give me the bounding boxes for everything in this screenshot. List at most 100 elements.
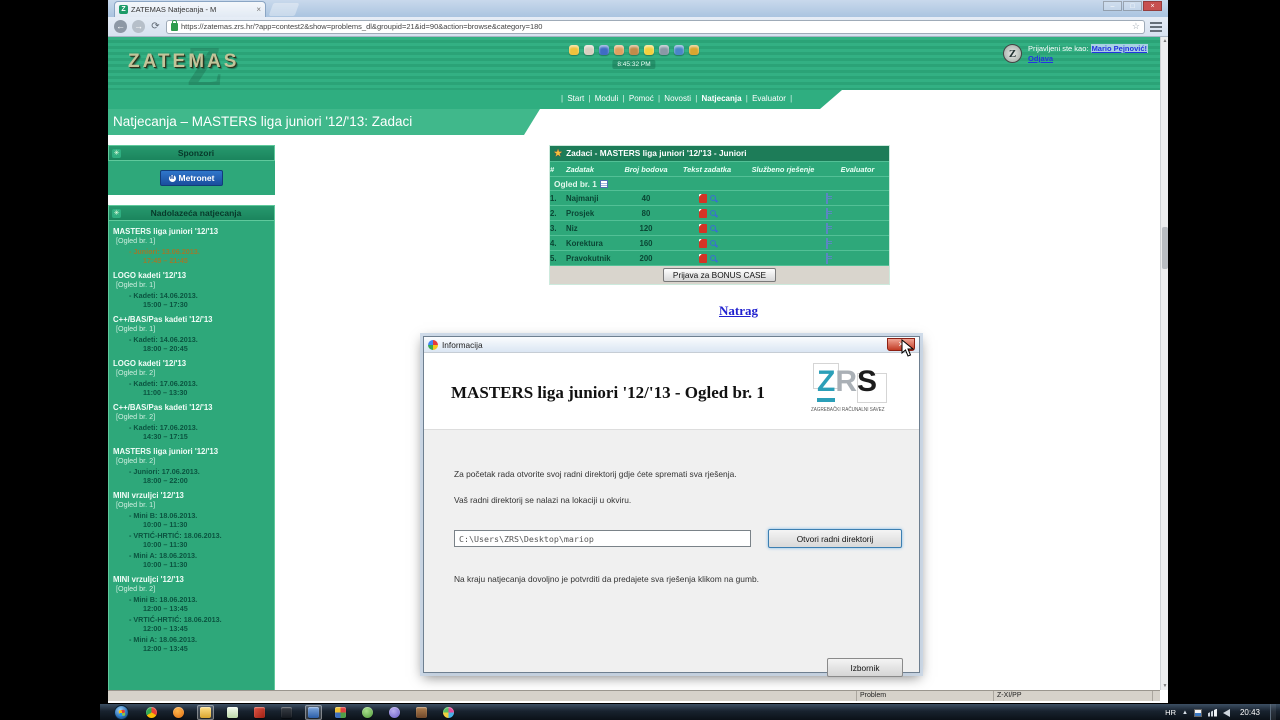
media-ball-taskbar-button[interactable] [440, 705, 457, 720]
pdf-icon[interactable] [699, 239, 707, 248]
chrome-taskbar-button[interactable] [143, 705, 160, 720]
competition-name[interactable]: MASTERS liga juniori '12/'13[Ogled br. 2… [113, 447, 271, 465]
task-name[interactable]: Pravokutnik [566, 254, 618, 263]
open-directory-button[interactable]: Otvori radni direktorij [768, 529, 902, 548]
competition-session: - Kadeti: 14.06.2013.18:00 – 20:45 [129, 336, 271, 353]
username-link[interactable]: Mario Pejnović! [1091, 44, 1148, 53]
pdf-icon[interactable] [699, 194, 707, 203]
competition-item[interactable]: LOGO kadeti '12/'13[Ogled br. 2] - Kadeti… [113, 359, 271, 397]
pdf-icon[interactable] [699, 209, 707, 218]
tray-expand-icon[interactable]: ▲ [1182, 710, 1188, 716]
show-desktop-button[interactable] [1270, 704, 1276, 720]
competition-name[interactable]: MINI vrzuljci '12/'13[Ogled br. 1] [113, 491, 271, 509]
trophy-icon [689, 45, 699, 55]
logo-app-taskbar-button[interactable] [413, 705, 430, 720]
menu-item-novosti[interactable]: Novosti [664, 94, 691, 103]
competition-name[interactable]: LOGO kadeti '12/'13[Ogled br. 1] [113, 271, 271, 289]
volume-icon[interactable] [1223, 709, 1230, 717]
globe-app-taskbar-button[interactable] [386, 705, 403, 720]
explorer-taskbar-button[interactable] [197, 705, 214, 720]
browser-tab[interactable]: Z ZATEMAS Natjecanja - M × [114, 1, 266, 17]
task-row: 4.Korektura160 [550, 235, 889, 250]
preview-icon[interactable] [710, 225, 716, 231]
url-text[interactable]: https://zatemas.zrs.hr/?app=contest2&sho… [181, 22, 1129, 31]
preview-icon[interactable] [710, 210, 716, 216]
competition-item[interactable]: C++/BAS/Pas kadeti '12/'13[Ogled br. 2]-… [113, 403, 271, 441]
taskbar-clock[interactable]: 20:43 [1240, 708, 1260, 717]
pascal-ide-taskbar-button[interactable] [278, 705, 295, 720]
status-problem-label: Problem [860, 692, 886, 699]
window-maximize-button[interactable]: □ [1123, 1, 1142, 11]
dialog-title-bar[interactable]: Informacija × [424, 337, 919, 353]
https-padlock-icon [171, 23, 178, 31]
competition-name[interactable]: LOGO kadeti '12/'13[Ogled br. 2] [113, 359, 271, 377]
working-directory-path-input[interactable] [454, 530, 751, 547]
task-name[interactable]: Niz [566, 224, 618, 233]
page-scrollbar[interactable]: ▲ ▼ [1160, 37, 1168, 690]
menu-item-moduli[interactable]: Moduli [595, 94, 619, 103]
window-minimize-button[interactable]: – [1103, 1, 1122, 11]
evaluator-icon[interactable] [826, 253, 828, 264]
menu-button[interactable]: Izbornik [827, 658, 903, 677]
competition-name[interactable]: C++/BAS/Pas kadeti '12/'13[Ogled br. 1] [113, 315, 271, 333]
competition-item[interactable]: MINI vrzuljci '12/'13[Ogled br. 2]- Mini… [113, 575, 271, 653]
evaluator-icon[interactable] [826, 223, 828, 234]
text-editor-taskbar-button[interactable] [224, 705, 241, 720]
forward-button[interactable]: → [132, 20, 145, 33]
red-diamond-app-taskbar-button[interactable] [251, 705, 268, 720]
dev-cpp-taskbar-button[interactable] [332, 705, 349, 720]
tasks-table-title: Zadaci - MASTERS liga juniori '12/'13 - … [566, 146, 747, 161]
evaluator-icon[interactable] [826, 238, 828, 249]
competition-item[interactable]: MASTERS liga juniori '12/'13[Ogled br. 2… [113, 447, 271, 485]
menu-item-pomoć[interactable]: Pomoć [629, 94, 654, 103]
network-icon[interactable] [1208, 709, 1217, 717]
task-points: 80 [618, 209, 674, 218]
preview-icon[interactable] [710, 255, 716, 261]
new-tab-button[interactable] [269, 3, 300, 16]
scroll-up-arrow[interactable]: ▲ [1161, 37, 1169, 45]
back-button[interactable]: ← [114, 20, 127, 33]
preview-icon[interactable] [710, 195, 716, 201]
upcoming-header: ✳ Nadolazeća natjecanja [108, 205, 275, 221]
evaluator-icon[interactable] [826, 208, 828, 219]
reload-button[interactable]: ⟳ [150, 21, 161, 32]
preview-icon[interactable] [710, 240, 716, 246]
green-app-taskbar-button[interactable] [359, 705, 376, 720]
browser-menu-icon[interactable] [1150, 22, 1162, 32]
competition-item[interactable]: LOGO kadeti '12/'13[Ogled br. 1]- Kadeti… [113, 271, 271, 309]
competition-session: - Kadeti: 17.06.2013.11:00 – 13:30 [129, 380, 271, 397]
media-ball-icon [443, 707, 454, 718]
task-name[interactable]: Najmanji [566, 194, 618, 203]
address-bar[interactable]: https://zatemas.zrs.hr/?app=contest2&sho… [166, 20, 1145, 34]
competition-name[interactable]: MINI vrzuljci '12/'13[Ogled br. 2] [113, 575, 271, 593]
evaluator-icon[interactable] [826, 193, 828, 204]
pdf-icon[interactable] [699, 224, 707, 233]
bookmark-star-icon[interactable]: ☆ [1132, 21, 1140, 32]
menu-item-evaluator[interactable]: Evaluator [752, 94, 786, 103]
menu-item-natjecanja[interactable]: Natjecanja [702, 94, 742, 103]
tab-close-icon[interactable]: × [256, 6, 261, 14]
competition-item[interactable]: MINI vrzuljci '12/'13[Ogled br. 1]- Mini… [113, 491, 271, 569]
task-number: 2. [550, 209, 566, 218]
logout-link[interactable]: Odjava [1028, 54, 1053, 63]
competition-item[interactable]: MASTERS liga juniori '12/'13[Ogled br. 1… [113, 227, 271, 265]
scroll-down-arrow[interactable]: ▼ [1161, 682, 1169, 690]
window-close-button[interactable]: × [1143, 1, 1162, 11]
menu-item-start[interactable]: Start [567, 94, 584, 103]
task-name[interactable]: Korektura [566, 239, 618, 248]
pdf-icon[interactable] [699, 254, 707, 263]
start-button[interactable] [114, 705, 129, 720]
scrollbar-thumb[interactable] [1162, 227, 1168, 269]
competition-name[interactable]: C++/BAS/Pas kadeti '12/'13[Ogled br. 2] [113, 403, 271, 421]
competition-name[interactable]: MASTERS liga juniori '12/'13[Ogled br. 1… [113, 227, 271, 245]
firefox-taskbar-button[interactable] [170, 705, 187, 720]
bonus-case-button[interactable]: Prijava za BONUS CASE [663, 268, 776, 282]
task-name[interactable]: Prosjek [566, 209, 618, 218]
export-sheet-icon[interactable] [600, 180, 608, 188]
metronet-sponsor-link[interactable]: M Metronet [160, 170, 224, 186]
language-indicator[interactable]: HR [1165, 708, 1176, 717]
back-link[interactable]: Natrag [719, 303, 758, 319]
competition-item[interactable]: C++/BAS/Pas kadeti '12/'13[Ogled br. 1] -… [113, 315, 271, 353]
action-center-flag-icon[interactable] [1194, 709, 1202, 717]
calculator-taskbar-button[interactable] [305, 705, 322, 720]
